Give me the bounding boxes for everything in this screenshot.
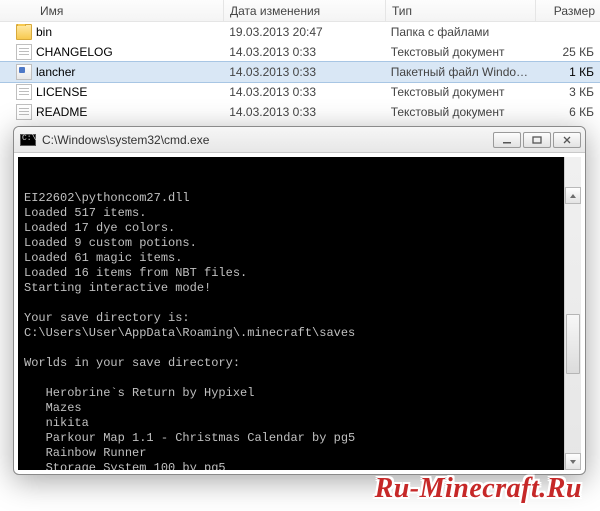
file-type: Текстовый документ xyxy=(385,105,535,119)
file-name: bin xyxy=(36,25,52,39)
file-date: 14.03.2013 0:33 xyxy=(223,85,384,99)
file-type: Папка с файлами xyxy=(385,25,535,39)
scroll-track[interactable] xyxy=(565,174,581,453)
file-row[interactable]: lancher 14.03.2013 0:33Пакетный файл Wind… xyxy=(0,62,600,82)
file-size: 6 КБ xyxy=(534,105,600,119)
cmd-window: C:\Windows\system32\cmd.exe EI22602\pyth… xyxy=(13,126,586,475)
bat-icon xyxy=(16,64,32,80)
file-date: 19.03.2013 20:47 xyxy=(223,25,384,39)
file-type: Текстовый документ xyxy=(385,85,535,99)
cmd-output: EI22602\pythoncom27.dll Loaded 517 items… xyxy=(24,191,575,470)
file-name: LICENSE xyxy=(36,85,87,99)
explorer-column-header: Имя Дата изменения Тип Размер xyxy=(0,0,600,22)
maximize-button[interactable] xyxy=(523,132,551,148)
txt-icon xyxy=(16,104,32,120)
file-type: Текстовый документ xyxy=(385,45,535,59)
cmd-scrollbar[interactable] xyxy=(564,157,581,470)
cmd-title-text: C:\Windows\system32\cmd.exe xyxy=(42,133,493,147)
folder-icon xyxy=(16,24,32,40)
file-row[interactable]: README 14.03.2013 0:33Текстовый документ6… xyxy=(0,102,600,122)
file-date: 14.03.2013 0:33 xyxy=(223,105,384,119)
file-row[interactable]: bin 19.03.2013 20:47Папка с файлами xyxy=(0,22,600,42)
close-button[interactable] xyxy=(553,132,581,148)
scroll-thumb[interactable] xyxy=(566,314,580,374)
scroll-down-button[interactable] xyxy=(565,453,581,470)
column-header-date[interactable]: Дата изменения xyxy=(224,0,386,21)
file-size: 25 КБ xyxy=(534,45,600,59)
column-header-type[interactable]: Тип xyxy=(386,0,536,21)
file-name: CHANGELOG xyxy=(36,45,113,59)
column-header-size[interactable]: Размер xyxy=(536,0,600,21)
cmd-body[interactable]: EI22602\pythoncom27.dll Loaded 517 items… xyxy=(18,157,581,470)
file-name: README xyxy=(36,105,87,119)
file-size: 3 КБ xyxy=(534,85,600,99)
minimize-button[interactable] xyxy=(493,132,521,148)
txt-icon xyxy=(16,44,32,60)
file-row[interactable]: CHANGELOG 14.03.2013 0:33Текстовый докуме… xyxy=(0,42,600,62)
window-buttons xyxy=(493,132,581,148)
file-date: 14.03.2013 0:33 xyxy=(223,65,384,79)
file-size: 1 КБ xyxy=(534,65,600,79)
file-row[interactable]: LICENSE 14.03.2013 0:33Текстовый документ… xyxy=(0,82,600,102)
file-type: Пакетный файл Windows xyxy=(385,65,535,79)
cmd-icon xyxy=(20,134,36,146)
watermark: Ru-Minecraft.Ru xyxy=(375,473,582,505)
file-list: bin 19.03.2013 20:47Папка с файлами CHANGE… xyxy=(0,22,600,122)
file-name: lancher xyxy=(36,65,75,79)
cmd-titlebar[interactable]: C:\Windows\system32\cmd.exe xyxy=(14,127,585,153)
column-header-name[interactable]: Имя xyxy=(2,0,224,21)
file-date: 14.03.2013 0:33 xyxy=(223,45,384,59)
txt-icon xyxy=(16,84,32,100)
